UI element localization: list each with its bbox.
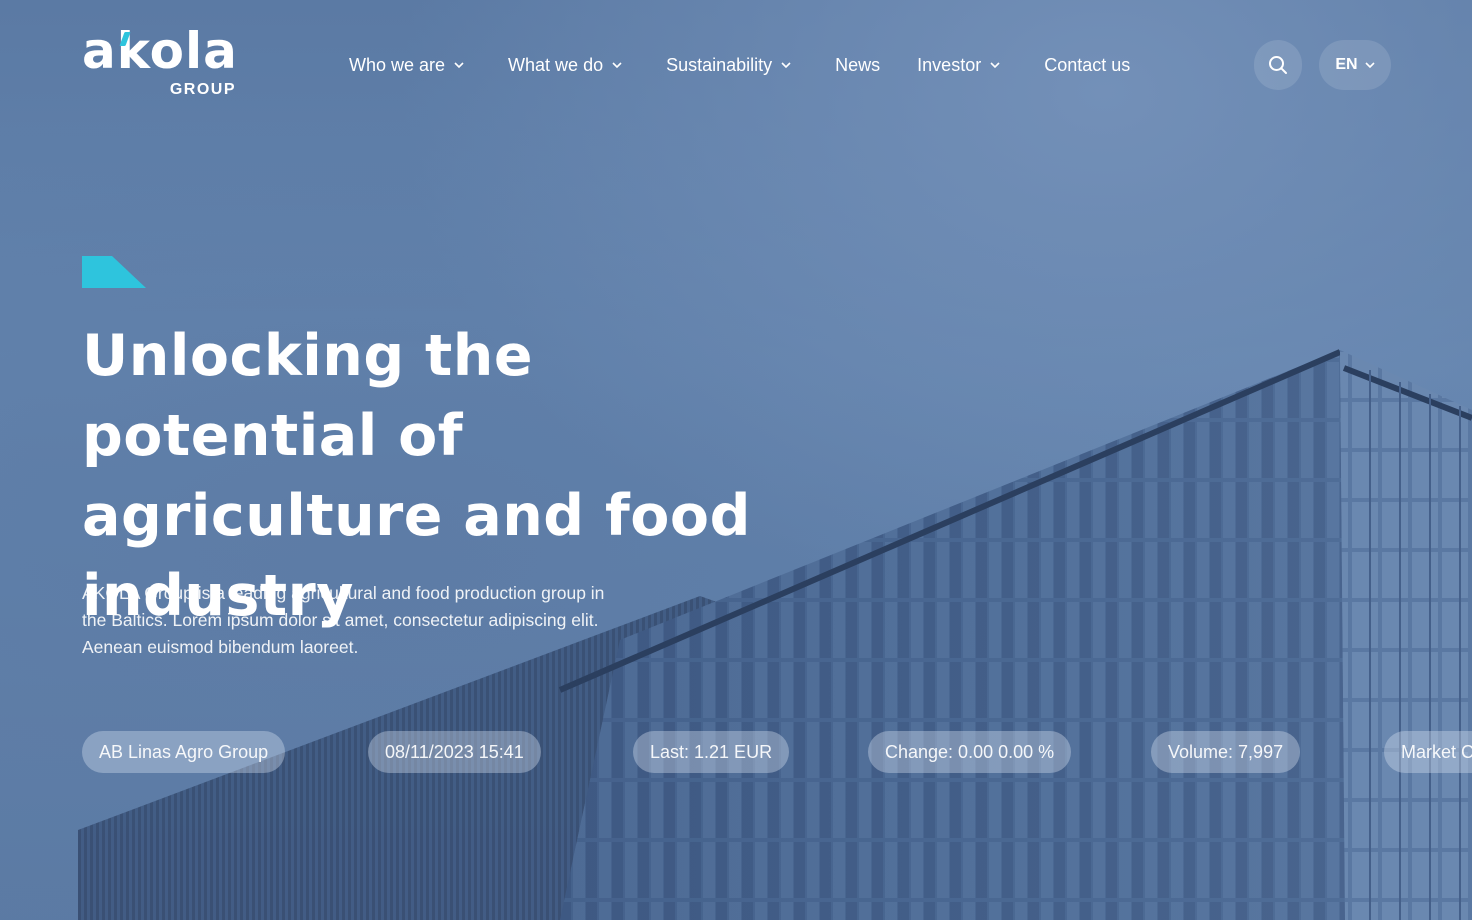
nav-label: Investor <box>917 54 982 75</box>
logo-wordmark: akola <box>82 22 238 80</box>
search-icon <box>1269 56 1287 74</box>
ticker-change: Change: 0.00 0.00 % <box>868 731 1072 773</box>
nav-label: Who we are <box>349 54 446 75</box>
logo-subtitle: GROUP <box>169 81 236 98</box>
nav-label: Sustainability <box>666 54 773 75</box>
chevron-down-icon <box>454 62 464 69</box>
nav-what-we-do[interactable]: What we do <box>508 55 622 76</box>
akola-group-logo[interactable]: akola GROUP <box>82 26 238 100</box>
ticker-volume: Volume: 7,997 <box>1151 731 1301 773</box>
main-nav: Who we are What we do Sustainability New… <box>349 52 1167 78</box>
nav-label: Contact us <box>1044 54 1131 75</box>
nav-who-we-are[interactable]: Who we are <box>349 55 464 76</box>
nav-news[interactable]: News <box>835 55 880 76</box>
chevron-down-icon <box>781 62 791 69</box>
ticker-company: AB Linas Agro Group <box>82 731 286 773</box>
chevron-down-icon <box>612 62 622 69</box>
ticker-last-price: Last: 1.21 EUR <box>633 731 790 773</box>
accent-shape <box>82 256 146 288</box>
nav-sustainability[interactable]: Sustainability <box>666 55 791 76</box>
language-label: EN <box>1335 56 1358 73</box>
nav-contact-us[interactable]: Contact us <box>1044 55 1130 76</box>
hero-intro: AKOLA Group is a leading agricultural an… <box>82 583 605 657</box>
language-selector[interactable]: EN <box>1319 40 1391 90</box>
ticker-market-cap: Market C <box>1384 731 1472 773</box>
nav-label: What we do <box>508 54 604 75</box>
search-button[interactable] <box>1254 40 1302 90</box>
nav-label: News <box>835 54 881 75</box>
ticker-datetime: 08/11/2023 15:41 <box>368 731 541 773</box>
nav-investor[interactable]: Investor <box>917 55 1000 76</box>
chevron-down-icon <box>990 62 1000 69</box>
chevron-down-icon <box>1365 62 1375 69</box>
